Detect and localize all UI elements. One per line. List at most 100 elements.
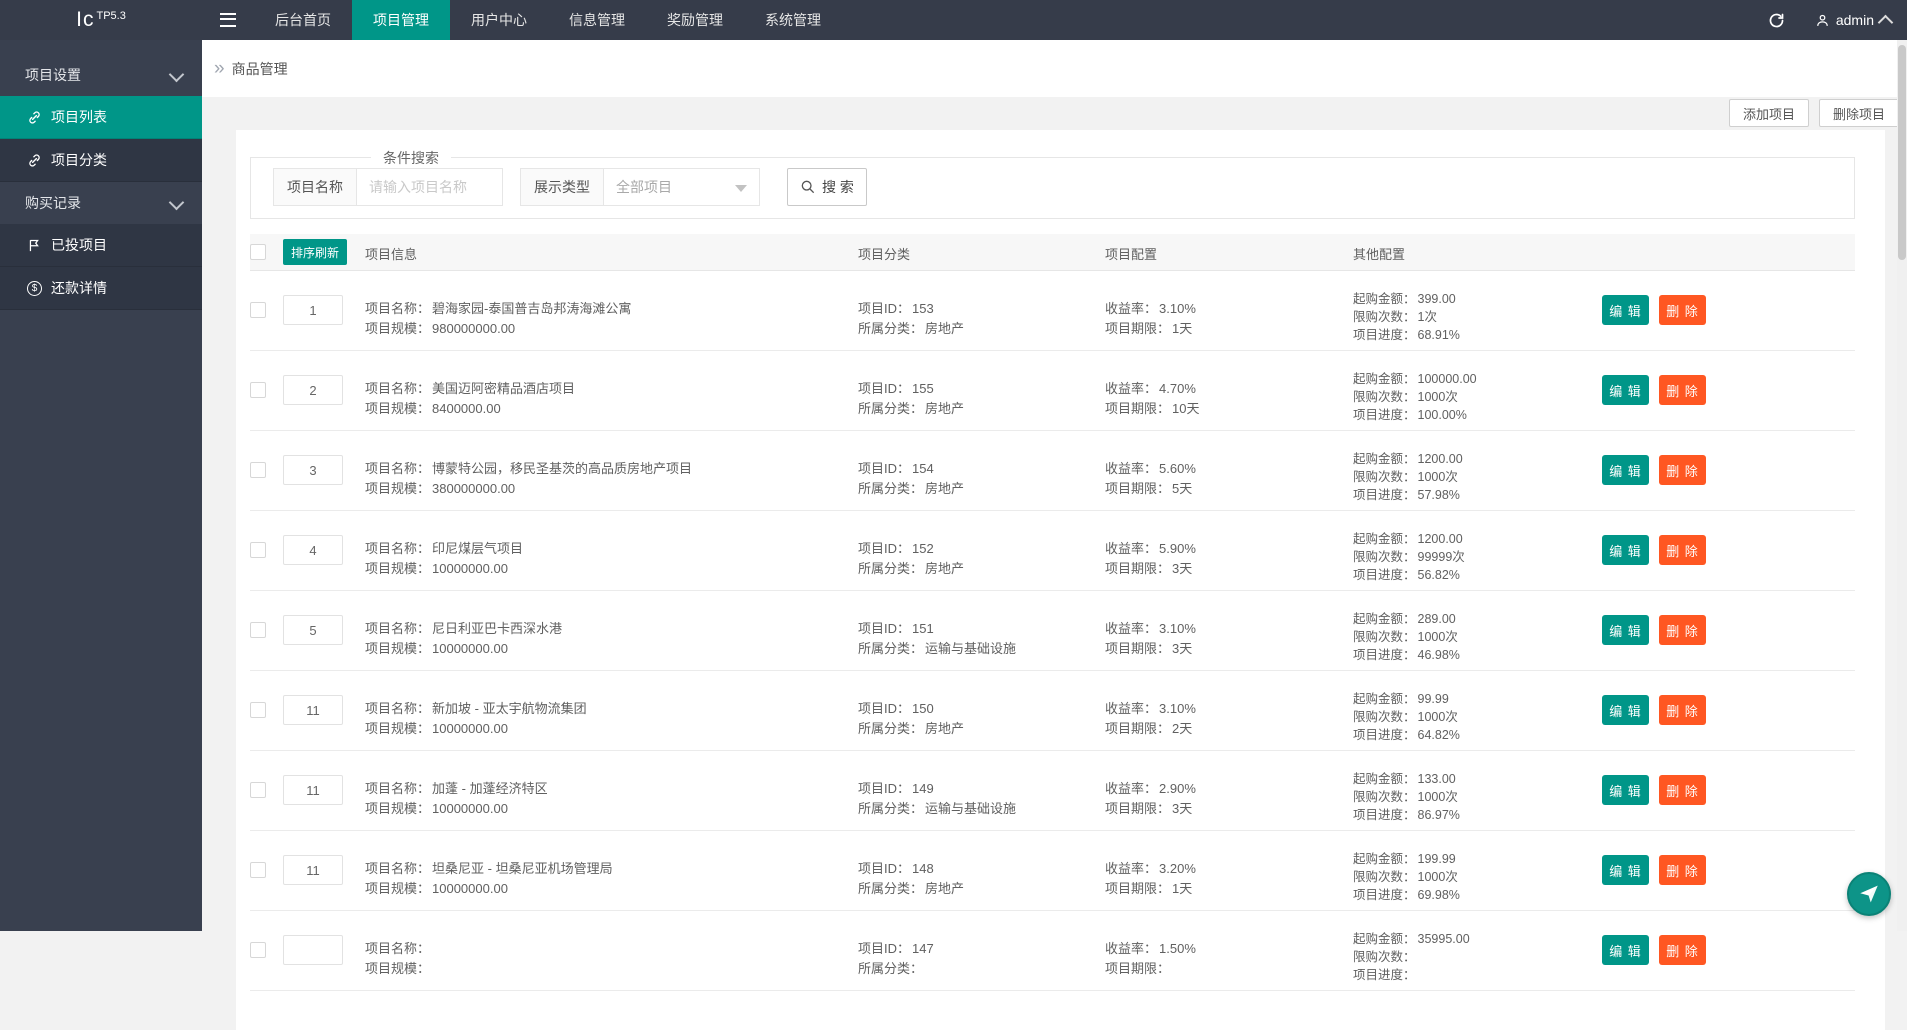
sort-order-input[interactable]: [283, 855, 343, 885]
edit-button[interactable]: 编 辑: [1602, 775, 1649, 805]
search-button[interactable]: 搜 索: [787, 168, 867, 206]
nav-item-info[interactable]: 信息管理: [548, 0, 646, 40]
edit-button[interactable]: 编 辑: [1602, 695, 1649, 725]
user-menu[interactable]: admin: [1799, 0, 1907, 40]
breadcrumb-bar: » 商品管理 添加项目 删除项目: [202, 40, 1907, 97]
edit-button[interactable]: 编 辑: [1602, 455, 1649, 485]
row-checkbox[interactable]: [250, 622, 266, 638]
row-checkbox[interactable]: [250, 382, 266, 398]
sort-refresh-button[interactable]: 排序刷新: [283, 239, 347, 265]
delete-button[interactable]: 删 除: [1659, 615, 1706, 645]
other-config-cell: 起购金额：99.99 限购次数：1000次 项目进度：64.82%: [1353, 690, 1460, 744]
project-info-cell: 项目名称：坦桑尼亚 - 坦桑尼亚机场管理局 项目规模：10000000.00: [365, 859, 613, 899]
sort-order-input[interactable]: [283, 775, 343, 805]
dropdown-arrow-icon: [735, 185, 747, 192]
table-row: 项目名称：美国迈阿密精品酒店项目 项目规模：8400000.00 项目ID：15…: [250, 351, 1855, 431]
sidebar-group-project-settings[interactable]: 项目设置: [0, 54, 202, 96]
refresh-button[interactable]: [1755, 0, 1799, 40]
delete-button[interactable]: 删 除: [1659, 775, 1706, 805]
sort-order-input[interactable]: [283, 295, 343, 325]
project-config-cell: 收益率：5.60% 项目期限：5天: [1105, 459, 1196, 499]
scrollbar-thumb[interactable]: [1898, 45, 1906, 260]
table-header: 排序刷新 项目信息 项目分类 项目配置 其他配置: [250, 234, 1855, 271]
project-name-label: 项目名称: [273, 168, 357, 206]
other-config-cell: 起购金额：289.00 限购次数：1000次 项目进度：46.98%: [1353, 610, 1460, 664]
delete-button[interactable]: 删 除: [1659, 855, 1706, 885]
sort-order-input[interactable]: [283, 535, 343, 565]
edit-button[interactable]: 编 辑: [1602, 295, 1649, 325]
table-row: 项目名称： 项目规模： 项目ID：147 所属分类： 收益率：1.50% 项目期…: [250, 911, 1855, 991]
display-type-select[interactable]: 全部项目: [604, 168, 760, 206]
search-icon: [800, 179, 816, 195]
other-config-cell: 起购金额：1200.00 限购次数：99999次 项目进度：56.82%: [1353, 530, 1465, 584]
sort-order-input[interactable]: [283, 695, 343, 725]
sidebar-item-repayment-details[interactable]: $ 还款详情: [0, 267, 202, 310]
row-checkbox[interactable]: [250, 542, 266, 558]
row-checkbox[interactable]: [250, 782, 266, 798]
nav-item-home[interactable]: 后台首页: [254, 0, 352, 40]
edit-button[interactable]: 编 辑: [1602, 615, 1649, 645]
sidebar-item-invested-projects[interactable]: 已投项目: [0, 224, 202, 267]
table-body: 项目名称：碧海家园-泰国普吉岛邦涛海滩公寓 项目规模：980000000.00 …: [250, 271, 1855, 991]
row-checkbox[interactable]: [250, 302, 266, 318]
sidebar-item-project-category[interactable]: 项目分类: [0, 139, 202, 182]
sort-order-input[interactable]: [283, 615, 343, 645]
edit-button[interactable]: 编 辑: [1602, 375, 1649, 405]
delete-project-button[interactable]: 删除项目: [1819, 99, 1899, 127]
column-header-other: 其他配置: [1353, 244, 1405, 263]
sidebar-group-purchase-records[interactable]: 购买记录: [0, 182, 202, 224]
nav-item-projects[interactable]: 项目管理: [352, 0, 450, 40]
caret-up-icon: [1878, 14, 1894, 30]
project-category-cell: 项目ID：150 所属分类：房地产: [858, 699, 964, 739]
top-navbar: IcTP5.3 后台首页 项目管理 用户中心 信息管理 奖励管理 系统管理 ad…: [0, 0, 1907, 40]
edit-button[interactable]: 编 辑: [1602, 855, 1649, 885]
select-all-checkbox[interactable]: [250, 244, 266, 260]
table-row: 项目名称：博蒙特公园，移民圣基茨的高品质房地产项目 项目规模：380000000…: [250, 431, 1855, 511]
edit-button[interactable]: 编 辑: [1602, 935, 1649, 965]
row-checkbox[interactable]: [250, 942, 266, 958]
delete-button[interactable]: 删 除: [1659, 295, 1706, 325]
project-table: 排序刷新 项目信息 项目分类 项目配置 其他配置 项目名称：碧海家园-泰国普吉岛…: [250, 234, 1855, 991]
project-name-input[interactable]: [357, 168, 503, 206]
project-category-cell: 项目ID：148 所属分类：房地产: [858, 859, 964, 899]
refresh-icon: [1768, 12, 1785, 29]
project-category-cell: 项目ID：152 所属分类：房地产: [858, 539, 964, 579]
delete-button[interactable]: 删 除: [1659, 535, 1706, 565]
nav-item-rewards[interactable]: 奖励管理: [646, 0, 744, 40]
delete-button[interactable]: 删 除: [1659, 935, 1706, 965]
delete-button[interactable]: 删 除: [1659, 375, 1706, 405]
row-checkbox[interactable]: [250, 462, 266, 478]
customer-service-button[interactable]: [1847, 872, 1891, 916]
table-row: 项目名称：碧海家园-泰国普吉岛邦涛海滩公寓 项目规模：980000000.00 …: [250, 271, 1855, 351]
project-info-cell: 项目名称：印尼煤层气项目 项目规模：10000000.00: [365, 539, 523, 579]
nav-item-system[interactable]: 系统管理: [744, 0, 842, 40]
column-header-category: 项目分类: [858, 244, 910, 263]
project-config-cell: 收益率：3.20% 项目期限：1天: [1105, 859, 1196, 899]
menu-toggle-button[interactable]: [202, 0, 254, 40]
sidebar-item-project-list[interactable]: 项目列表: [0, 96, 202, 139]
sort-order-input[interactable]: [283, 935, 343, 965]
sort-order-input[interactable]: [283, 375, 343, 405]
project-category-cell: 项目ID：153 所属分类：房地产: [858, 299, 964, 339]
project-config-cell: 收益率：3.10% 项目期限：1天: [1105, 299, 1196, 339]
sort-order-input[interactable]: [283, 455, 343, 485]
nav-item-users[interactable]: 用户中心: [450, 0, 548, 40]
project-info-cell: 项目名称：碧海家园-泰国普吉岛邦涛海滩公寓 项目规模：980000000.00: [365, 299, 631, 339]
delete-button[interactable]: 删 除: [1659, 455, 1706, 485]
project-category-cell: 项目ID：151 所属分类：运输与基础设施: [858, 619, 1016, 659]
column-header-info: 项目信息: [365, 244, 417, 263]
project-category-cell: 项目ID：155 所属分类：房地产: [858, 379, 964, 419]
edit-button[interactable]: 编 辑: [1602, 535, 1649, 565]
table-row: 项目名称：印尼煤层气项目 项目规模：10000000.00 项目ID：152 所…: [250, 511, 1855, 591]
row-checkbox[interactable]: [250, 862, 266, 878]
user-icon: [1815, 13, 1830, 28]
logo-text: Ic: [76, 8, 94, 32]
delete-button[interactable]: 删 除: [1659, 695, 1706, 725]
project-info-cell: 项目名称：博蒙特公园，移民圣基茨的高品质房地产项目 项目规模：380000000…: [365, 459, 692, 499]
breadcrumb: » 商品管理: [214, 40, 288, 97]
username: admin: [1836, 12, 1874, 28]
project-category-cell: 项目ID：149 所属分类：运输与基础设施: [858, 779, 1016, 819]
project-category-cell: 项目ID：147 所属分类：: [858, 939, 934, 979]
add-project-button[interactable]: 添加项目: [1729, 99, 1809, 127]
row-checkbox[interactable]: [250, 702, 266, 718]
